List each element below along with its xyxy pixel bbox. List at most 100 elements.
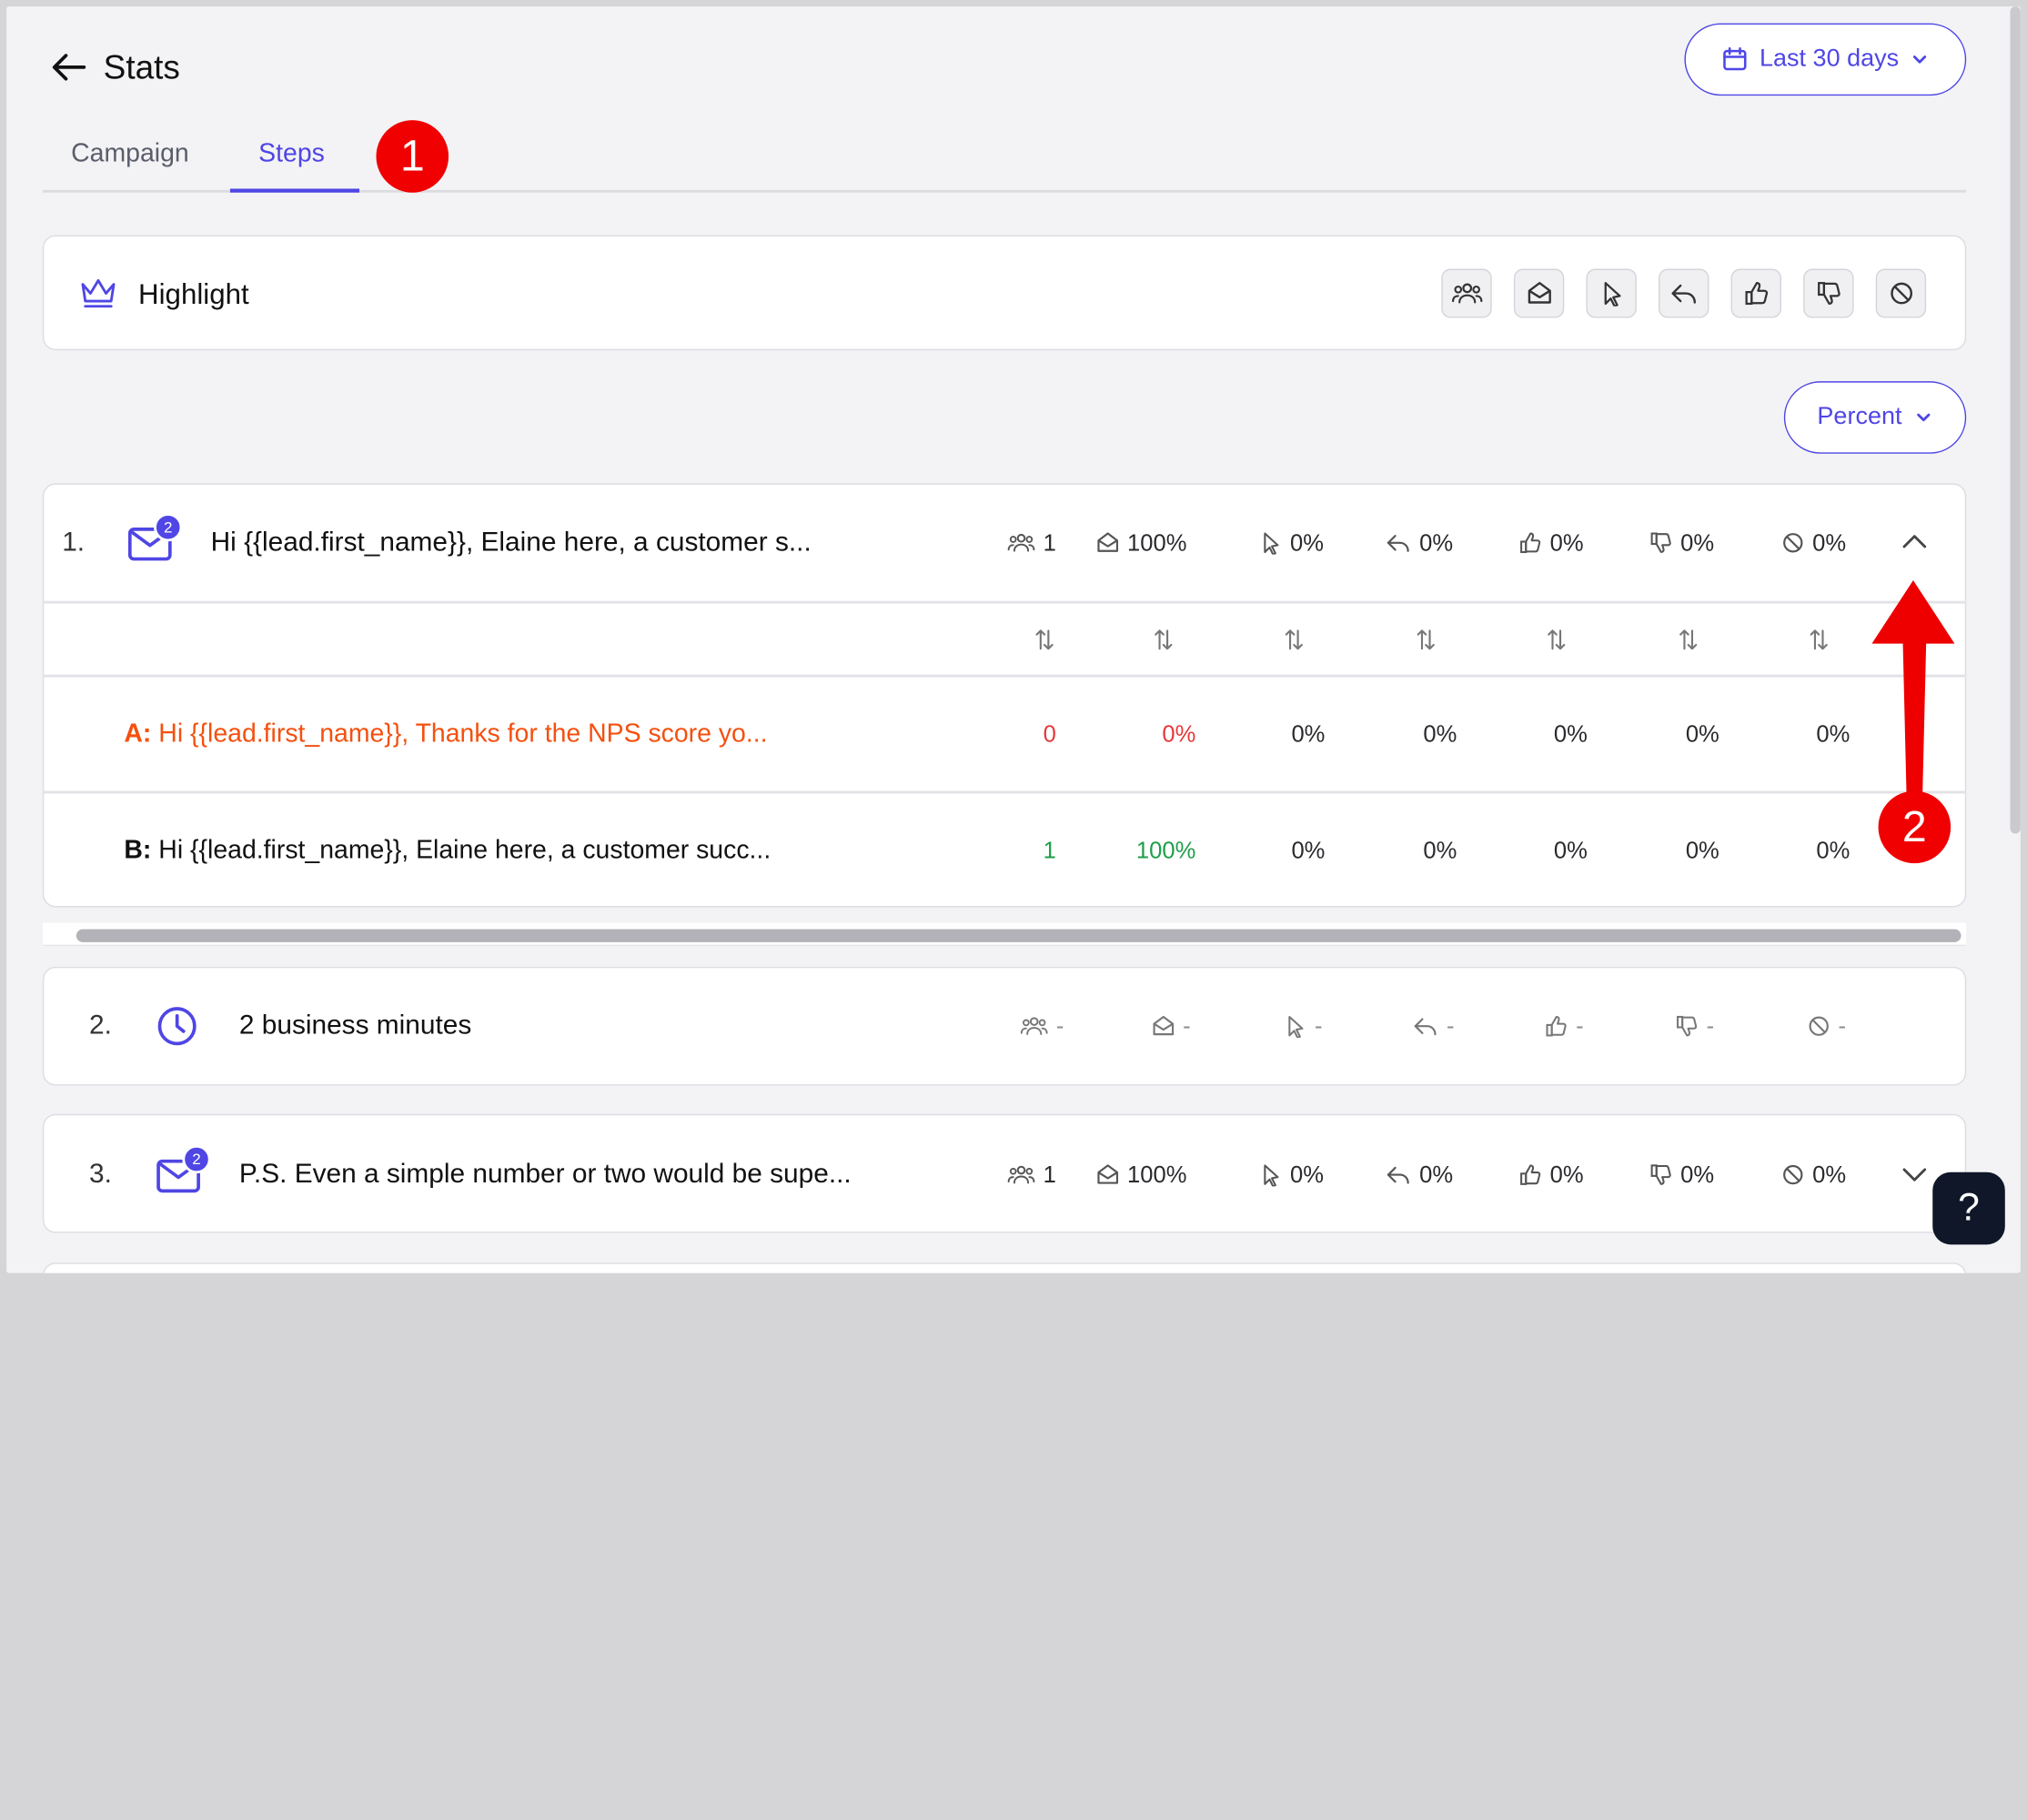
vertical-scrollbar[interactable] [2010,6,2021,834]
variant-a-bounced: 0% [1816,720,1851,748]
tab-campaign[interactable]: Campaign [71,136,189,172]
users-icon [1451,282,1482,306]
sort-bounced-icon[interactable] [1810,628,1828,652]
users-icon [1007,532,1035,553]
back-arrow-icon[interactable] [48,45,92,89]
sort-negative-icon[interactable] [1679,628,1698,652]
variant-label: A: [124,719,152,749]
stat-clicked: - [1284,1007,1323,1046]
stat-value: 0% [1290,1161,1325,1188]
stat-value: 1 [1043,528,1056,556]
stat-clicked: 0% [1259,523,1324,562]
date-range-dropdown[interactable]: Last 30 days [1684,23,1967,96]
variant-b-row[interactable]: B: Hi {{lead.first_name}}, Elaine here, … [124,831,771,870]
stat-negative: 0% [1649,1155,1714,1194]
sort-positive-icon[interactable] [1548,628,1566,652]
variant-b-opened: 100% [1135,837,1196,864]
calendar-icon [1722,46,1748,72]
row-divider [42,674,1967,677]
variant-b-leads: 1 [1043,837,1056,864]
stat-value: 100% [1127,528,1187,556]
highlight-users-button[interactable] [1441,268,1492,318]
envelope-open-icon [1152,1014,1175,1038]
expand-chevron-down-icon[interactable] [1901,1163,1929,1187]
highlight-replied-button[interactable] [1659,268,1709,318]
step-subject[interactable]: P.S. Even a simple number or two would b… [239,1155,852,1194]
stat-positive: 0% [1519,523,1584,562]
reply-icon [1386,1163,1411,1187]
highlight-bounced-button[interactable] [1875,268,1927,318]
variant-b-negative: 0% [1685,837,1719,864]
stat-positive: - [1545,1007,1584,1046]
thumbs-down-icon [1816,280,1841,306]
stat-value: 0% [1419,1161,1454,1188]
stat-value: 0% [1812,1161,1847,1188]
step-number: 1. [62,527,86,558]
stat-opened: 100% [1096,523,1187,562]
reply-icon [1386,531,1411,555]
stat-opened: - [1152,1007,1191,1046]
stat-negative: 0% [1649,523,1714,562]
variant-subject: Hi {{lead.first_name}}, Elaine here, a c… [158,836,771,865]
cursor-icon [1598,280,1624,307]
highlight-negative-button[interactable] [1803,268,1854,318]
highlight-positive-button[interactable] [1730,268,1782,318]
users-icon [1020,1016,1048,1037]
active-tab-indicator [229,188,360,193]
annotation-arrow [1868,575,1958,808]
envelope-open-icon [1526,280,1551,306]
thumbs-up-icon [1743,280,1769,306]
thumbs-up-icon [1545,1014,1568,1038]
variant-a-row[interactable]: A: Hi {{lead.first_name}}, Thanks for th… [124,715,767,754]
stat-value: - [1838,1012,1847,1039]
highlight-opened-button[interactable] [1513,268,1565,318]
stat-value: - [1706,1012,1715,1039]
ban-icon [1781,531,1805,555]
stat-value: - [1055,1012,1064,1039]
variant-b-bounced: 0% [1816,837,1851,864]
stat-value: - [1183,1012,1191,1039]
thumbs-up-icon [1519,1163,1543,1187]
thumbs-down-icon [1675,1014,1699,1038]
help-button[interactable]: ? [1932,1171,2005,1245]
stat-value: 0% [1680,1161,1715,1188]
sort-leads-icon[interactable] [1035,628,1054,652]
clock-icon [156,1005,197,1046]
stat-value: 1 [1043,1161,1056,1188]
date-range-label: Last 30 days [1760,45,1900,73]
crown-icon [77,276,118,312]
reply-icon [1669,280,1698,306]
variant-subject: Hi {{lead.first_name}}, Thanks for the N… [158,719,768,749]
stat-leads: 1 [1007,523,1056,562]
variant-count-badge: 2 [182,1144,211,1174]
tab-steps[interactable]: Steps [258,136,325,172]
chevron-down-icon [1911,50,1929,68]
horizontal-scrollbar[interactable] [76,929,1961,942]
variant-b-positive: 0% [1553,837,1588,864]
highlight-clicked-button[interactable] [1586,268,1637,318]
stat-bounced: - [1807,1007,1846,1046]
stat-clicked: 0% [1259,1155,1324,1194]
ban-icon [1807,1014,1830,1038]
step-subject[interactable]: 2 business minutes [239,1007,471,1046]
sort-clicked-icon[interactable] [1285,628,1303,652]
collapse-chevron-up-icon[interactable] [1901,530,1929,554]
view-mode-label: Percent [1817,403,1902,431]
step-number: 3. [89,1159,112,1190]
variant-b-replied: 0% [1423,837,1457,864]
annotation-marker-1: 1 [376,120,449,193]
variant-b-clicked: 0% [1291,837,1326,864]
stat-replied: - [1413,1007,1455,1046]
ban-icon [1888,280,1913,306]
view-mode-dropdown[interactable]: Percent [1783,381,1967,454]
stat-value: 100% [1127,1161,1187,1188]
variant-a-replied: 0% [1423,720,1457,748]
page-title: Stats [103,47,180,87]
sort-opened-icon[interactable] [1155,628,1173,652]
variant-a-positive: 0% [1553,720,1588,748]
stat-value: 0% [1680,528,1715,556]
stat-value: 0% [1290,528,1325,556]
step-subject[interactable]: Hi {{lead.first_name}}, Elaine here, a c… [211,523,812,562]
sort-replied-icon[interactable] [1417,628,1435,652]
variant-count-badge: 2 [154,513,183,542]
